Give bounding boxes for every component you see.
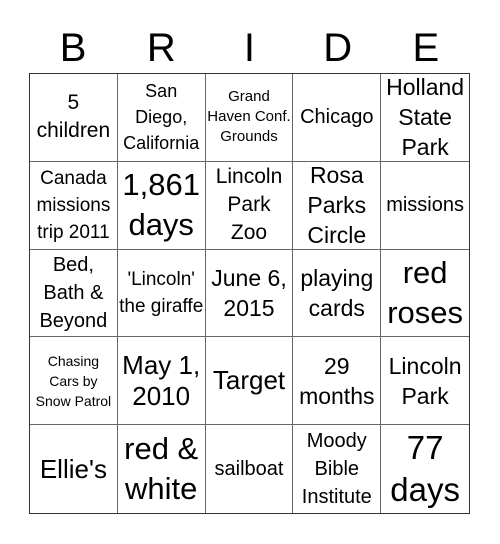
bingo-cell[interactable]: Bed, Bath & Beyond — [30, 249, 118, 338]
bingo-cell[interactable]: Grand Haven Conf. Grounds — [205, 74, 294, 162]
bingo-cell[interactable]: missions — [381, 162, 469, 250]
bingo-header: B R I D E — [29, 26, 470, 70]
header-letter: I — [243, 26, 256, 70]
bingo-cell[interactable]: playing cards — [293, 249, 382, 338]
bingo-cell[interactable]: Lincoln Park Zoo — [205, 161, 294, 250]
bingo-cell[interactable]: San Diego, California — [117, 74, 206, 162]
header-letter: R — [146, 26, 176, 70]
bingo-cell[interactable]: 77 days — [381, 425, 469, 513]
header-letter: E — [412, 26, 440, 70]
bingo-cell[interactable]: 5 children — [30, 74, 118, 162]
bingo-cell[interactable]: 29 months — [293, 337, 382, 426]
bingo-cell[interactable]: May 1, 2010 — [117, 337, 206, 426]
bingo-card-grid: 5 children San Diego, California Grand H… — [29, 73, 470, 514]
bingo-cell[interactable]: Chicago — [293, 74, 382, 162]
bingo-cell[interactable]: June 6, 2015 — [205, 249, 294, 338]
bingo-cell[interactable]: Rosa Parks Circle — [293, 161, 382, 250]
bingo-cell[interactable]: Ellie's — [30, 425, 118, 513]
bingo-cell[interactable]: Moody Bible Institute — [293, 425, 382, 513]
bingo-cell[interactable]: Chasing Cars by Snow Patrol — [30, 337, 118, 426]
bingo-cell[interactable]: Target — [205, 337, 294, 426]
bingo-cell[interactable]: Canada missions trip 2011 — [30, 161, 118, 250]
bingo-cell[interactable]: Lincoln Park — [381, 337, 469, 426]
bingo-cell[interactable]: sailboat — [206, 425, 294, 513]
bingo-cell[interactable]: 1,861 days — [117, 161, 206, 250]
bingo-cell[interactable]: red & white — [118, 425, 206, 513]
bingo-cell[interactable]: red roses — [381, 250, 469, 338]
header-letter: B — [59, 26, 87, 70]
header-letter: D — [323, 26, 353, 70]
bingo-cell[interactable]: 'Lincoln' the giraffe — [117, 249, 206, 338]
bingo-cell[interactable]: Holland State Park — [381, 74, 469, 162]
